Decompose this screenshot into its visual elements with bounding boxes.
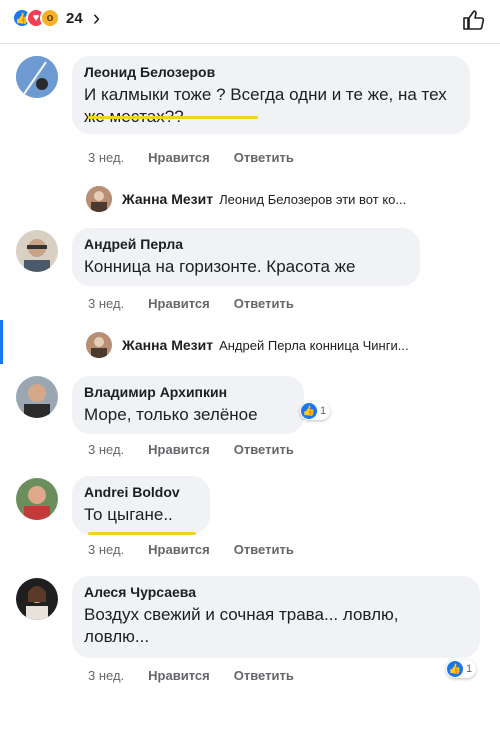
selection-indicator (0, 320, 3, 364)
comment-author[interactable]: Андрей Перла (84, 236, 408, 252)
avatar[interactable] (16, 56, 58, 98)
comment-bubble: Алеся Чурсаева Воздух свежий и сочная тр… (72, 576, 480, 658)
highlight-underline (88, 116, 258, 119)
comment-bubble: Леонид Белозеров И калмыки тоже ? Всегда… (72, 56, 470, 134)
avatar-photo (86, 186, 112, 212)
comment-author[interactable]: Алеся Чурсаева (84, 584, 468, 600)
avatar-photo (86, 332, 112, 358)
comment-time[interactable]: 3 нед. (88, 296, 124, 311)
comment-bubble: Андрей Перла Конница на горизонте. Красо… (72, 228, 420, 286)
comment-time[interactable]: 3 нед. (88, 150, 124, 165)
reply-text: Андрей Перла конница Чинги... (219, 337, 409, 353)
reply-link[interactable]: Ответить (234, 442, 294, 457)
avatar-photo (16, 478, 58, 520)
reply-preview[interactable]: Жанна Мезит Леонид Белозеров эти вот ко.… (86, 186, 486, 212)
reply-link[interactable]: Ответить (234, 296, 294, 311)
comment-actions: 3 нед. Нравится Ответить (88, 542, 294, 557)
highlight-underline (88, 532, 196, 535)
reply-author[interactable]: Жанна Мезит (122, 191, 213, 207)
reply-avatar[interactable] (86, 332, 112, 358)
comment-actions: 3 нед. Нравится Ответить (88, 150, 294, 165)
like-count: 1 (320, 405, 327, 417)
like-link[interactable]: Нравится (148, 296, 210, 311)
comment-time[interactable]: 3 нед. (88, 668, 124, 683)
comment-time[interactable]: 3 нед. (88, 542, 124, 557)
comment-actions: 3 нед. Нравится Ответить (88, 668, 294, 683)
like-badge-icon: 👍 (447, 661, 463, 677)
avatar-photo (16, 578, 58, 620)
avatar-photo (16, 230, 58, 272)
comment-author[interactable]: Владимир Архипкин (84, 384, 292, 400)
comment-bubble: Владимир Архипкин Море, только зелёное (72, 376, 304, 434)
reply-text: Леонид Белозеров эти вот ко... (219, 191, 407, 207)
like-badge-icon: 👍 (301, 403, 317, 419)
reply-avatar[interactable] (86, 186, 112, 212)
reply-preview[interactable]: Жанна Мезит Андрей Перла конница Чинги..… (86, 332, 486, 358)
comment-text: То цыгане.. (84, 505, 173, 524)
reactions-summary[interactable]: 👍 ♥ o 24 › (12, 7, 100, 29)
avatar-photo (16, 56, 58, 98)
comment-author[interactable]: Леонид Белозеров (84, 64, 458, 80)
like-count: 1 (466, 663, 473, 675)
comment-text: Конница на горизонте. Красота же (84, 257, 356, 276)
thumbs-up-icon[interactable] (462, 8, 486, 32)
comment-author[interactable]: Andrei Boldov (84, 484, 198, 500)
avatar[interactable] (16, 376, 58, 418)
wow-reaction-icon: o (40, 8, 60, 28)
like-link[interactable]: Нравится (148, 668, 210, 683)
avatar-photo (16, 376, 58, 418)
like-count-badge[interactable]: 👍 1 (446, 660, 477, 678)
comment-bubble: Andrei Boldov То цыгане.. (72, 476, 210, 534)
comment-actions: 3 нед. Нравится Ответить (88, 442, 294, 457)
reply-link[interactable]: Ответить (234, 668, 294, 683)
comment-text: И калмыки тоже ? Всегда одни и те же, на… (84, 85, 447, 126)
like-link[interactable]: Нравится (148, 542, 210, 557)
comment-text: Воздух свежий и сочная трава... ловлю, л… (84, 605, 399, 646)
reaction-count[interactable]: 24 (66, 10, 83, 27)
like-count-badge[interactable]: 👍 1 (300, 402, 331, 420)
chevron-right-icon[interactable]: › (93, 7, 100, 29)
reactions-header: 👍 ♥ o 24 › (0, 0, 500, 44)
avatar[interactable] (16, 578, 58, 620)
like-link[interactable]: Нравится (148, 150, 210, 165)
reply-link[interactable]: Ответить (234, 150, 294, 165)
comment-actions: 3 нед. Нравится Ответить (88, 296, 294, 311)
avatar[interactable] (16, 230, 58, 272)
avatar[interactable] (16, 478, 58, 520)
reply-link[interactable]: Ответить (234, 542, 294, 557)
comment-text: Море, только зелёное (84, 405, 258, 424)
reply-author[interactable]: Жанна Мезит (122, 337, 213, 353)
comment-time[interactable]: 3 нед. (88, 442, 124, 457)
like-link[interactable]: Нравится (148, 442, 210, 457)
